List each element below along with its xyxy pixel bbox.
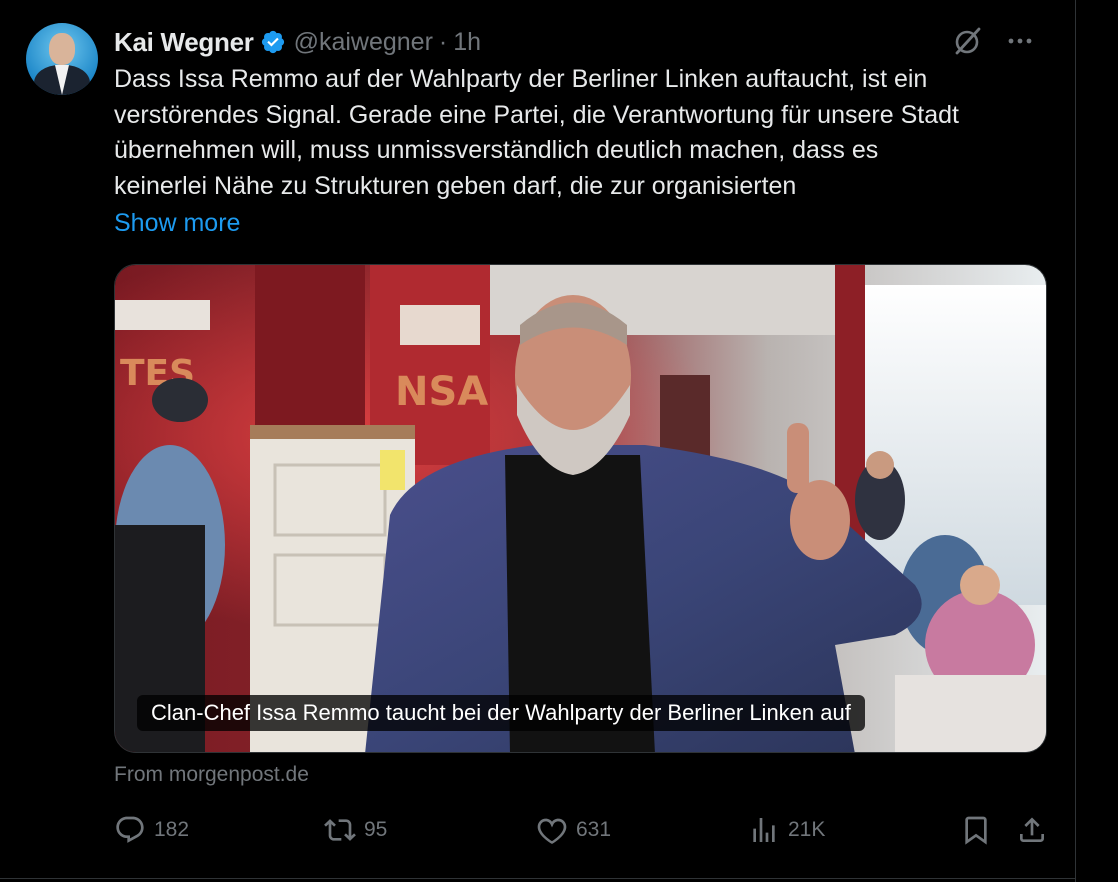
show-more-link[interactable]: Show more bbox=[114, 206, 240, 241]
tweet-text-line: übernehmen will, muss unmissverständlich… bbox=[114, 136, 879, 164]
timestamp[interactable]: 1h bbox=[453, 28, 481, 57]
share-icon bbox=[1016, 814, 1048, 846]
tweet-text-line: keinerlei Nähe zu Strukturen geben darf,… bbox=[114, 171, 797, 200]
tweet[interactable]: Kai Wegner @kaiwegner · 1h Dass Issa Rem… bbox=[0, 0, 1076, 882]
like-button[interactable]: 631 bbox=[536, 808, 611, 852]
views-count: 21K bbox=[788, 818, 826, 841]
svg-text:NSA: NSA bbox=[395, 369, 488, 415]
tweet-text-line: Dass Issa Remmo auf der Wahlparty der Be… bbox=[114, 65, 928, 93]
share-button[interactable] bbox=[1016, 808, 1048, 852]
views-icon bbox=[748, 814, 780, 846]
separator-dot: · bbox=[438, 27, 448, 56]
link-card-image[interactable]: TES NSA Clan-Chef Issa Remmo taucht bei … bbox=[114, 264, 1047, 753]
repost-icon bbox=[324, 814, 356, 846]
verified-badge-icon[interactable] bbox=[260, 29, 286, 55]
like-icon bbox=[536, 814, 568, 846]
grok-icon[interactable] bbox=[953, 26, 983, 61]
repost-button[interactable]: 95 bbox=[324, 808, 387, 852]
more-icon[interactable] bbox=[1005, 26, 1035, 61]
repost-count: 95 bbox=[364, 818, 388, 841]
avatar-head bbox=[49, 33, 75, 65]
bookmark-button[interactable] bbox=[960, 808, 992, 852]
views-button[interactable]: 21K bbox=[748, 808, 825, 852]
tweet-text-line: verstörendes Signal. Gerade eine Partei,… bbox=[114, 100, 959, 129]
author-name[interactable]: Kai Wegner bbox=[114, 27, 254, 58]
tweet-header: Kai Wegner @kaiwegner · 1h bbox=[114, 24, 481, 60]
link-source[interactable]: From morgenpost.de bbox=[114, 760, 309, 790]
tweet-text: Dass Issa Remmo auf der Wahlparty der Be… bbox=[114, 62, 1064, 204]
reply-button[interactable]: 182 bbox=[114, 808, 189, 852]
divider bbox=[0, 878, 1076, 879]
header-icons bbox=[953, 26, 1035, 61]
reply-count: 182 bbox=[154, 818, 190, 841]
author-handle[interactable]: @kaiwegner bbox=[294, 28, 433, 57]
media-caption: Clan-Chef Issa Remmo taucht bei der Wahl… bbox=[137, 695, 865, 731]
photo: TES NSA bbox=[115, 265, 1046, 752]
action-bar: 182 95 631 21K bbox=[114, 808, 1054, 852]
avatar[interactable] bbox=[26, 23, 98, 95]
bookmark-icon bbox=[960, 814, 992, 846]
reply-icon bbox=[114, 814, 146, 846]
like-count: 631 bbox=[576, 818, 612, 841]
